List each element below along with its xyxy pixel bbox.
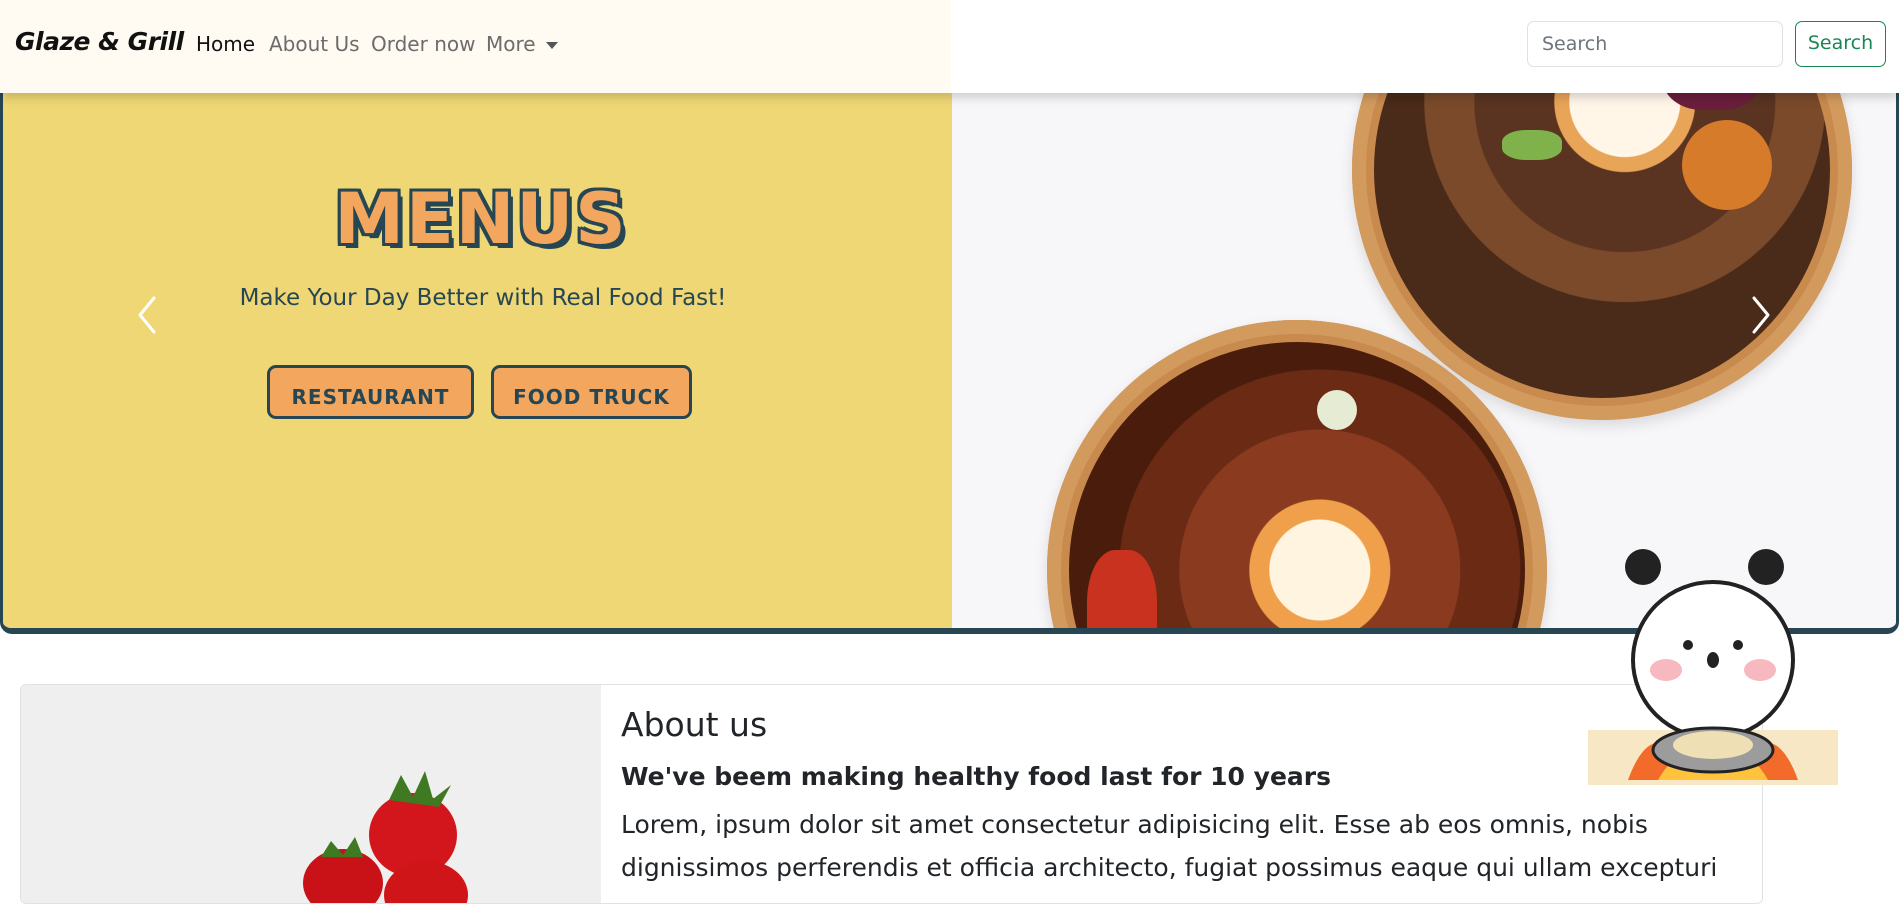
strawberry-icon [303,771,468,903]
nav-more-dropdown[interactable]: More [486,32,558,56]
caret-down-icon [545,42,558,49]
nav-more-label: More [486,32,536,56]
top-navbar: Glaze & Grill Home About Us Order now Mo… [0,0,1899,93]
panda-mascot-icon [1588,549,1838,785]
food-truck-button[interactable]: FOOD TRUCK [491,365,692,419]
panda-mascot [1588,545,1838,785]
hero-title: MENUS [334,178,628,260]
chevron-right-icon [1752,296,1770,334]
nav-order-now[interactable]: Order now [371,32,475,56]
hero-carousel: MENUS Make Your Day Better with Real Foo… [0,0,1899,634]
search-input[interactable] [1527,21,1783,67]
about-body: Lorem, ipsum dolor sit amet consectetur … [621,810,1718,882]
carousel-prev-button[interactable] [128,290,168,340]
about-subtitle: We've beem making healthy food last for … [621,762,1331,791]
about-title: About us [621,705,768,744]
restaurant-button[interactable]: RESTAURANT [267,365,474,419]
nav-about-us[interactable]: About Us [269,32,360,56]
carousel-next-button[interactable] [1740,290,1780,340]
strawberry-image [21,685,601,903]
brand-logo[interactable]: Glaze & Grill [15,27,184,56]
hero-tagline: Make Your Day Better with Real Food Fast… [239,285,727,311]
chevron-left-icon [138,296,156,334]
search-button[interactable]: Search [1795,21,1886,67]
nav-home[interactable]: Home [196,32,255,56]
